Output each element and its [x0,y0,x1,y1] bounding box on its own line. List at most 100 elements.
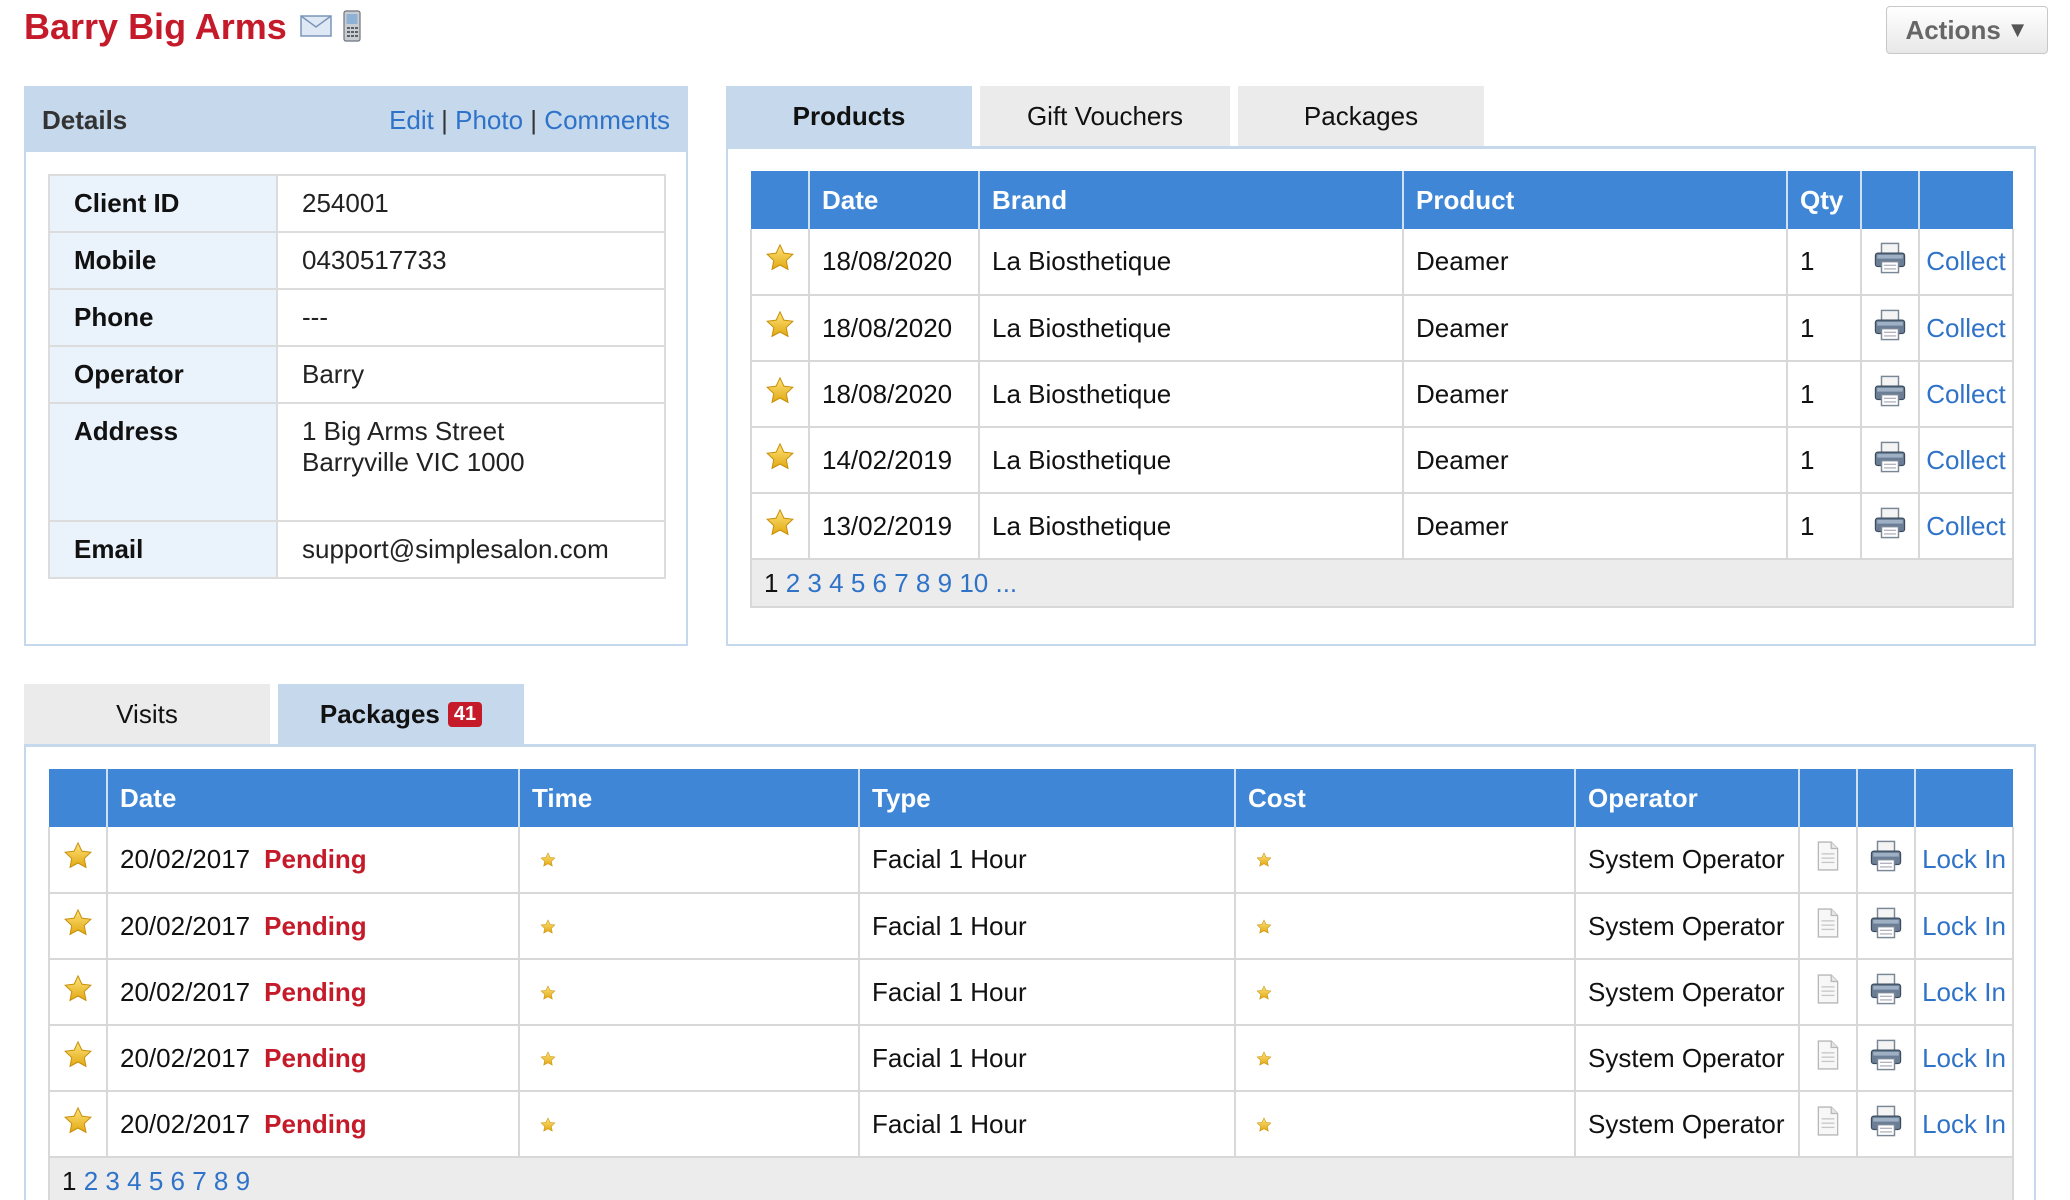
pager-page-link[interactable]: 6 [171,1166,185,1196]
pager-row: 1 2 3 4 5 6 7 8 9 [48,1157,2014,1200]
column-header-date[interactable]: Date [809,171,980,229]
printer-icon[interactable] [1873,374,1907,408]
star-icon[interactable] [765,243,795,273]
document-icon[interactable] [1815,908,1841,938]
star-icon[interactable] [1256,919,1272,935]
pager-page-link[interactable]: 5 [851,568,865,598]
printer-icon[interactable] [1873,308,1907,342]
details-panel: Details Edit | Photo | Comments Client I… [24,86,688,646]
star-icon[interactable] [540,985,556,1001]
pager-page-link[interactable]: 7 [192,1166,206,1196]
date-value: 20/02/2017 [120,844,251,874]
pager-page-link[interactable]: 8 [916,568,930,598]
document-icon[interactable] [1815,974,1841,1004]
printer-icon[interactable] [1873,440,1907,474]
table-header-row: Date Time Type Cost Operator [49,769,2013,827]
envelope-icon[interactable] [300,15,332,37]
pager-page-link[interactable]: 5 [149,1166,163,1196]
star-icon[interactable] [765,376,795,406]
column-header-brand[interactable]: Brand [979,171,1404,229]
column-header-cost[interactable]: Cost [1235,769,1576,827]
pager-page-link[interactable]: 7 [894,568,908,598]
printer-icon[interactable] [1873,241,1907,275]
pager-page-link[interactable]: 2 [786,568,800,598]
star-cell [48,827,108,894]
cost-cell [1235,1025,1576,1092]
pager-page-link[interactable]: 10 [959,568,988,598]
lock-in-link[interactable]: Lock In [1922,1109,2006,1139]
pager-page-link[interactable]: 4 [127,1166,141,1196]
star-icon[interactable] [540,852,556,868]
collect-cell: Collect [1919,427,2014,494]
cost-cell [1235,893,1576,960]
star-cell [750,229,810,296]
pager-page-link[interactable]: 3 [105,1166,119,1196]
printer-icon[interactable] [1869,839,1903,873]
collect-link[interactable]: Collect [1926,246,2005,276]
star-icon[interactable] [63,908,93,938]
star-icon[interactable] [1256,985,1272,1001]
star-icon[interactable] [540,919,556,935]
lock-in-link[interactable]: Lock In [1922,1043,2006,1073]
star-icon[interactable] [1256,1051,1272,1067]
lock-in-link[interactable]: Lock In [1922,977,2006,1007]
pager-page-link[interactable]: 2 [84,1166,98,1196]
collect-link[interactable]: Collect [1926,379,2005,409]
pager-page-link[interactable]: 9 [236,1166,250,1196]
products-tabbar: Products Gift Vouchers Packages [726,86,1484,146]
tab-visits[interactable]: Visits [24,684,270,744]
collect-link[interactable]: Collect [1926,445,2005,475]
star-icon[interactable] [63,841,93,871]
pager-page-link[interactable]: 8 [214,1166,228,1196]
star-icon[interactable] [1256,852,1272,868]
star-icon[interactable] [63,974,93,1004]
star-icon[interactable] [63,1040,93,1070]
tab-packages-lower[interactable]: Packages 41 [278,684,524,744]
photo-link[interactable]: Photo [455,105,523,135]
pager-page-link[interactable]: 6 [873,568,887,598]
column-header-product[interactable]: Product [1403,171,1788,229]
column-header-qty[interactable]: Qty [1787,171,1862,229]
document-icon[interactable] [1815,1040,1841,1070]
pager-page-link[interactable]: ... [995,568,1017,598]
collect-link[interactable]: Collect [1926,511,2005,541]
printer-icon[interactable] [1869,906,1903,940]
star-icon[interactable] [1256,1117,1272,1133]
printer-icon[interactable] [1873,506,1907,540]
qty-cell: 1 [1787,295,1862,362]
tab-products[interactable]: Products [726,86,972,146]
brand-cell: La Biosthetique [979,361,1404,428]
actions-button[interactable]: Actions ▼ [1886,6,2048,54]
star-icon[interactable] [540,1051,556,1067]
collect-link[interactable]: Collect [1926,313,2005,343]
edit-link[interactable]: Edit [389,105,434,135]
tab-packages[interactable]: Packages [1238,86,1484,146]
lock-in-link[interactable]: Lock In [1922,844,2006,874]
star-icon[interactable] [63,1106,93,1136]
star-cell [750,295,810,362]
column-header-time[interactable]: Time [519,769,860,827]
printer-icon[interactable] [1869,1104,1903,1138]
star-icon[interactable] [765,442,795,472]
star-icon[interactable] [765,508,795,538]
column-header-type[interactable]: Type [859,769,1236,827]
comments-link[interactable]: Comments [544,105,670,135]
mobile-phone-icon[interactable] [342,10,362,42]
printer-icon[interactable] [1869,1038,1903,1072]
pager-page-link[interactable]: 3 [807,568,821,598]
star-icon[interactable] [540,1117,556,1133]
lock-in-link[interactable]: Lock In [1922,911,2006,941]
pager-page-link[interactable]: 9 [938,568,952,598]
document-icon[interactable] [1815,1106,1841,1136]
date-cell: 14/02/2019 [809,427,980,494]
cost-cell [1235,827,1576,894]
column-header-operator[interactable]: Operator [1575,769,1800,827]
details-row-client-id: Client ID 254001 [48,174,666,233]
printer-icon[interactable] [1869,972,1903,1006]
tab-gift-vouchers[interactable]: Gift Vouchers [980,86,1230,146]
column-header-date[interactable]: Date [107,769,520,827]
pager-page-link[interactable]: 4 [829,568,843,598]
date-value: 20/02/2017 [120,910,251,941]
document-icon[interactable] [1815,841,1841,871]
star-icon[interactable] [765,310,795,340]
